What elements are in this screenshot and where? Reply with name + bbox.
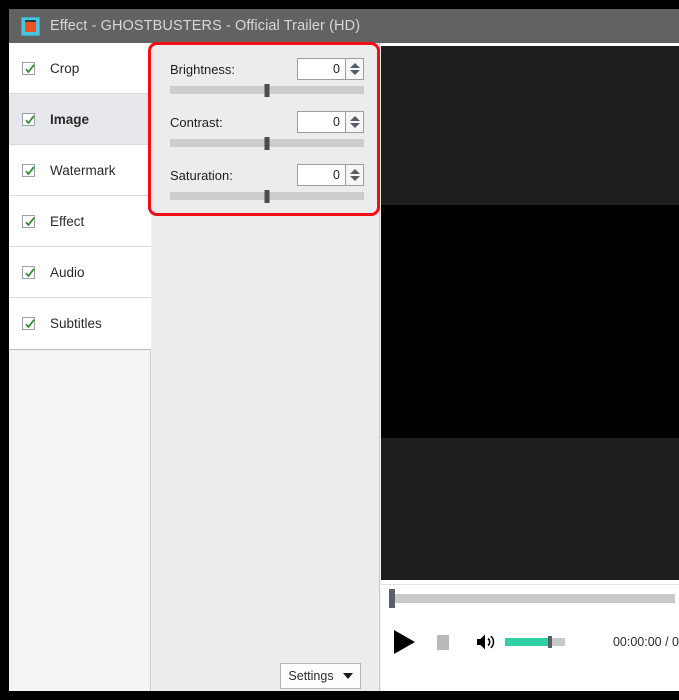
sidebar-item-label: Audio: [50, 264, 85, 280]
sidebar-item-image[interactable]: Image: [9, 94, 151, 145]
sidebar-item-subtitles[interactable]: Subtitles: [9, 298, 151, 349]
checkbox-watermark[interactable]: [22, 163, 35, 177]
brightness-slider-thumb[interactable]: [264, 84, 270, 97]
spinner-up-icon[interactable]: [349, 116, 360, 121]
sidebar-item-label: Subtitles: [50, 316, 102, 331]
sidebar-item-effect[interactable]: Effect: [9, 196, 151, 247]
brightness-input[interactable]: 0: [297, 58, 345, 80]
sidebar-item-label: Watermark: [50, 162, 116, 178]
preview-pane: 00:00:00 / 0: [381, 43, 679, 691]
saturation-label: Saturation:: [170, 167, 233, 183]
spinner-down-icon[interactable]: [349, 176, 360, 181]
video-letterbox-bottom: [381, 438, 679, 580]
brightness-spin-buttons[interactable]: [345, 58, 364, 80]
title-bar: Effect - GHOSTBUSTERS - Official Trailer…: [9, 9, 679, 43]
sidebar: Crop Image Watermark Effect Audio Subtit…: [9, 43, 151, 691]
contrast-label: Contrast:: [170, 114, 223, 130]
sidebar-item-label: Effect: [50, 213, 85, 229]
sidebar-item-watermark[interactable]: Watermark: [9, 145, 151, 196]
contrast-input[interactable]: 0: [297, 111, 345, 133]
film-frame-icon: [21, 16, 40, 36]
brightness-slider[interactable]: [170, 84, 364, 97]
saturation-stepper[interactable]: 0: [297, 164, 364, 186]
spinner-down-icon[interactable]: [349, 123, 360, 128]
speaker-icon[interactable]: [476, 633, 496, 651]
saturation-slider-thumb[interactable]: [264, 190, 270, 203]
checkbox-audio[interactable]: [22, 265, 35, 279]
saturation-slider[interactable]: [170, 190, 364, 203]
application-window: Effect - GHOSTBUSTERS - Official Trailer…: [9, 9, 679, 691]
brightness-row: Brightness: 0: [170, 58, 364, 80]
checkbox-image[interactable]: [22, 112, 35, 126]
contrast-slider-thumb[interactable]: [264, 137, 270, 150]
saturation-spin-buttons[interactable]: [345, 164, 364, 186]
contrast-spin-buttons[interactable]: [345, 111, 364, 133]
image-adjustment-controls: Brightness: 0 Contrast: 0 Saturation: 0: [159, 48, 375, 212]
video-preview[interactable]: [381, 46, 679, 580]
checkbox-crop[interactable]: [22, 61, 35, 75]
sidebar-item-label: Image: [50, 111, 90, 127]
time-display: 00:00:00 / 0: [612, 635, 679, 649]
volume-slider[interactable]: [504, 636, 565, 648]
volume-slider-thumb[interactable]: [547, 636, 552, 648]
spinner-up-icon[interactable]: [349, 63, 360, 68]
video-letterbox-top: [381, 46, 679, 205]
checkbox-subtitles[interactable]: [22, 317, 35, 330]
transport-controls: 00:00:00 / 0: [381, 622, 679, 662]
properties-panel: Brightness: 0 Contrast: 0 Saturation: 0: [152, 43, 380, 691]
settings-button-label: Settings: [288, 669, 334, 683]
brightness-stepper[interactable]: 0: [297, 58, 364, 80]
spinner-up-icon[interactable]: [349, 169, 360, 174]
seek-bar-thumb[interactable]: [389, 589, 395, 608]
spinner-down-icon[interactable]: [349, 70, 360, 75]
contrast-stepper[interactable]: 0: [297, 111, 364, 133]
play-icon[interactable]: [394, 630, 415, 654]
stop-icon[interactable]: [437, 634, 449, 650]
sidebar-item-audio[interactable]: Audio: [9, 247, 151, 298]
saturation-row: Saturation: 0: [170, 164, 364, 186]
seek-bar[interactable]: [390, 594, 675, 603]
contrast-slider[interactable]: [170, 137, 364, 150]
sidebar-item-label: Crop: [50, 60, 80, 76]
window-title: Effect - GHOSTBUSTERS - Official Trailer…: [50, 18, 361, 34]
volume-slider-fill: [504, 638, 550, 646]
settings-button[interactable]: Settings: [280, 663, 361, 689]
player-controls-bar: 00:00:00 / 0: [381, 584, 679, 691]
saturation-input[interactable]: 0: [297, 164, 345, 186]
chevron-down-icon: [342, 673, 353, 679]
checkbox-effect[interactable]: [22, 214, 35, 228]
contrast-row: Contrast: 0: [170, 111, 364, 133]
sidebar-list: Crop Image Watermark Effect Audio Subtit…: [9, 43, 151, 350]
sidebar-item-crop[interactable]: Crop: [9, 43, 151, 94]
brightness-label: Brightness:: [170, 61, 236, 77]
